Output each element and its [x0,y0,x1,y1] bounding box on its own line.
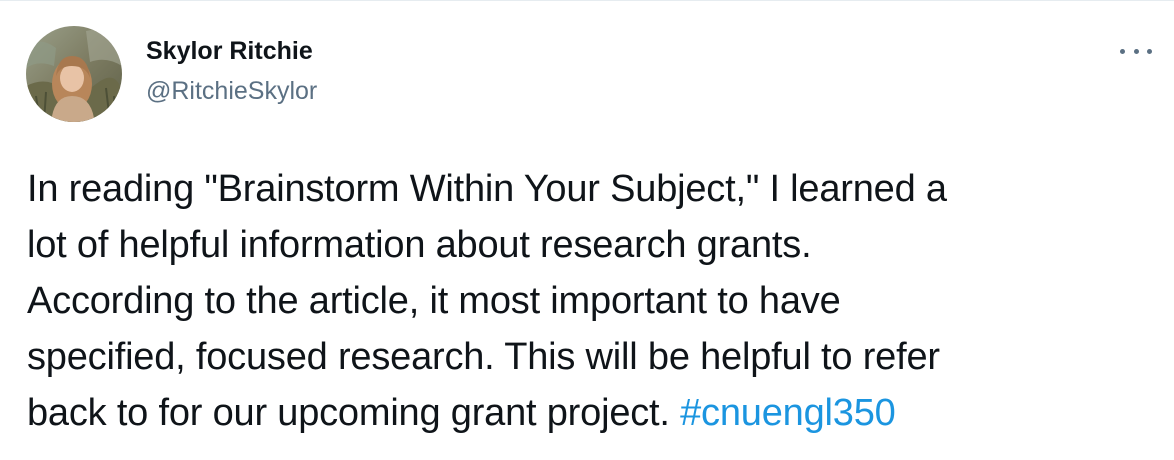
author-avatar[interactable] [26,26,122,122]
author-handle[interactable]: @RitchieSkylor [146,75,317,107]
tweet-text-line: lot of helpful information about researc… [27,224,812,266]
tweet-text-line: back to for our upcoming grant project. [27,392,681,434]
tweet-text: In reading "Brainstorm Within Your Subje… [27,161,1147,441]
hashtag-link[interactable]: #cnuengl350 [680,392,896,434]
more-options-button[interactable] [1120,39,1152,63]
more-horizontal-icon-dot [1133,48,1139,54]
tweet-text-line: specified, focused research. This will b… [27,336,940,378]
tweet-text-line: In reading "Brainstorm Within Your Subje… [27,168,947,210]
avatar-photo [26,26,122,122]
author-display-name[interactable]: Skylor Ritchie [146,35,317,67]
tweet-text-line: According to the article, it most import… [27,280,841,322]
more-horizontal-icon-dot [1147,48,1152,54]
author-block: Skylor Ritchie @RitchieSkylor [146,35,317,107]
more-horizontal-icon [1120,48,1125,54]
tweet-card[interactable]: Skylor Ritchie @RitchieSkylor In reading… [0,0,1174,460]
